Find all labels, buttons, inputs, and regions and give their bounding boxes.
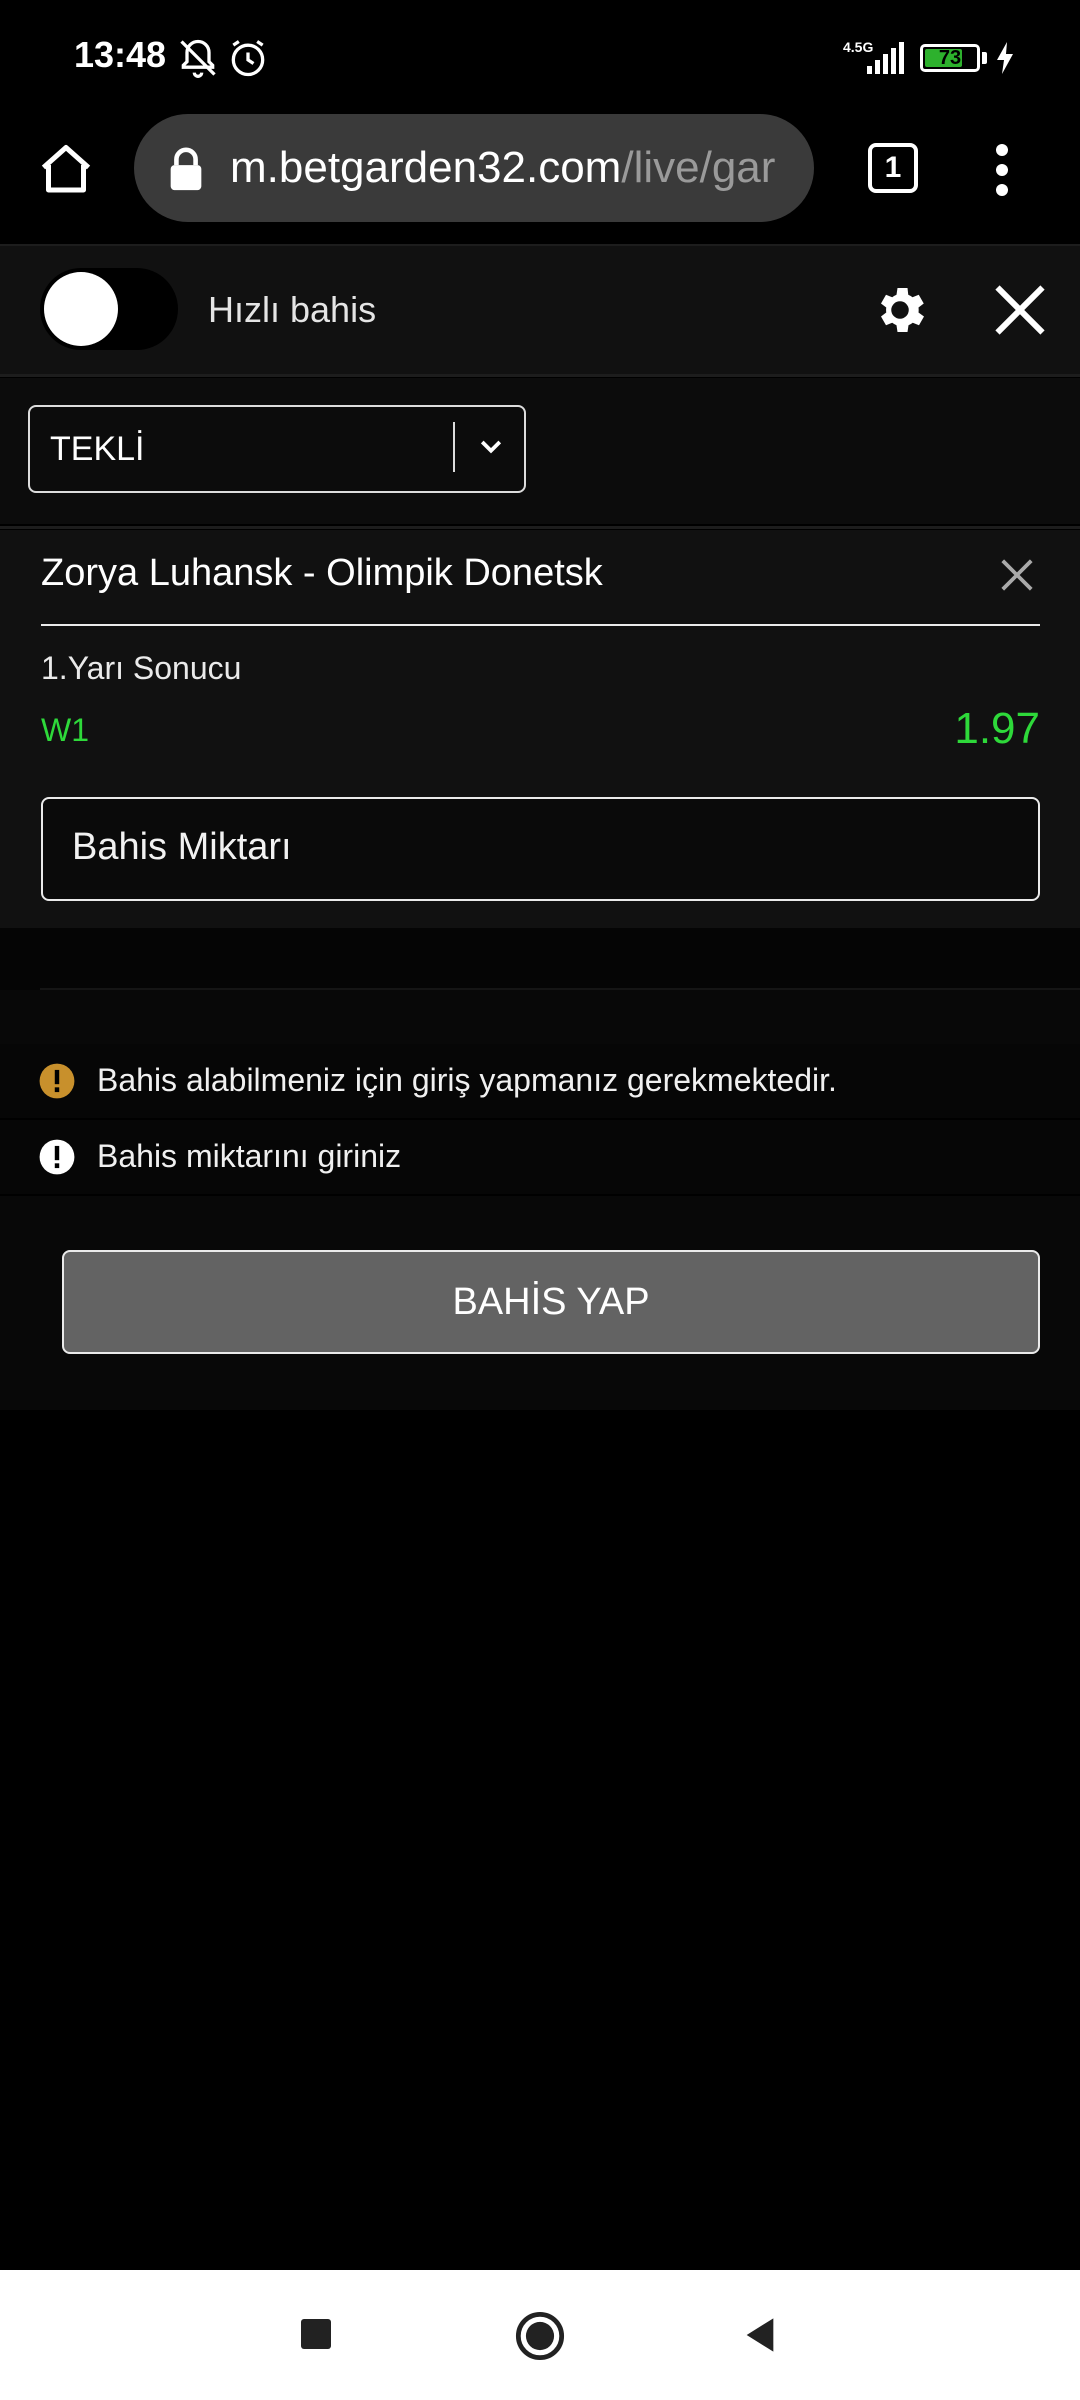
remove-bet-icon[interactable] xyxy=(998,556,1036,594)
login-required-message: Bahis alabilmeniz için giriş yapmanız ge… xyxy=(97,1062,837,1098)
lock-icon xyxy=(170,147,202,191)
battery-tip xyxy=(982,52,987,64)
place-bet-button[interactable]: BAHİS YAP xyxy=(62,1250,1040,1354)
divider xyxy=(0,526,1080,529)
toggle-knob[interactable] xyxy=(44,272,118,346)
close-icon[interactable] xyxy=(990,280,1050,340)
warning-icon xyxy=(39,1063,75,1099)
battery-icon: 73 xyxy=(920,44,980,72)
divider xyxy=(0,374,1080,377)
tab-count: 1 xyxy=(884,151,902,184)
quick-bet-label: Hızlı bahis xyxy=(208,289,377,330)
url-path: /live/gar xyxy=(621,143,776,192)
selection-odds: 1.97 xyxy=(954,704,1040,753)
chevron-down-icon[interactable] xyxy=(474,432,508,462)
charging-icon xyxy=(997,42,1013,74)
spacer xyxy=(0,928,1080,990)
gear-icon[interactable] xyxy=(870,280,930,340)
spacer xyxy=(0,990,1080,1044)
divider xyxy=(40,988,1080,990)
home-icon[interactable] xyxy=(36,140,96,200)
home-nav-icon[interactable] xyxy=(514,2310,566,2362)
market-name: 1.Yarı Sonucu xyxy=(41,650,242,686)
match-title: Zorya Luhansk - Olimpik Donetsk xyxy=(41,552,603,594)
bell-off-icon xyxy=(180,39,216,78)
back-icon[interactable] xyxy=(740,2314,780,2356)
url-text[interactable]: m.betgarden32.com/live/gar xyxy=(230,143,794,193)
selection-pick: W1 xyxy=(41,712,89,748)
signal-icon xyxy=(867,42,904,74)
error-icon xyxy=(39,1139,75,1175)
stake-placeholder: Bahis Miktarı xyxy=(72,826,292,868)
tabs-icon[interactable]: 1 xyxy=(868,143,918,193)
status-time: 13:48 xyxy=(74,34,167,75)
alarm-icon xyxy=(231,40,265,77)
more-vert-icon[interactable] xyxy=(982,140,1022,200)
recents-icon[interactable] xyxy=(298,2316,334,2352)
select-separator xyxy=(453,422,455,472)
stake-required-message: Bahis miktarını giriniz xyxy=(97,1138,402,1174)
bet-type-value: TEKLİ xyxy=(50,430,145,468)
url-host: m.betgarden32.com xyxy=(230,143,622,192)
battery-percent: 73 xyxy=(938,47,962,69)
match-underline xyxy=(41,624,1040,626)
